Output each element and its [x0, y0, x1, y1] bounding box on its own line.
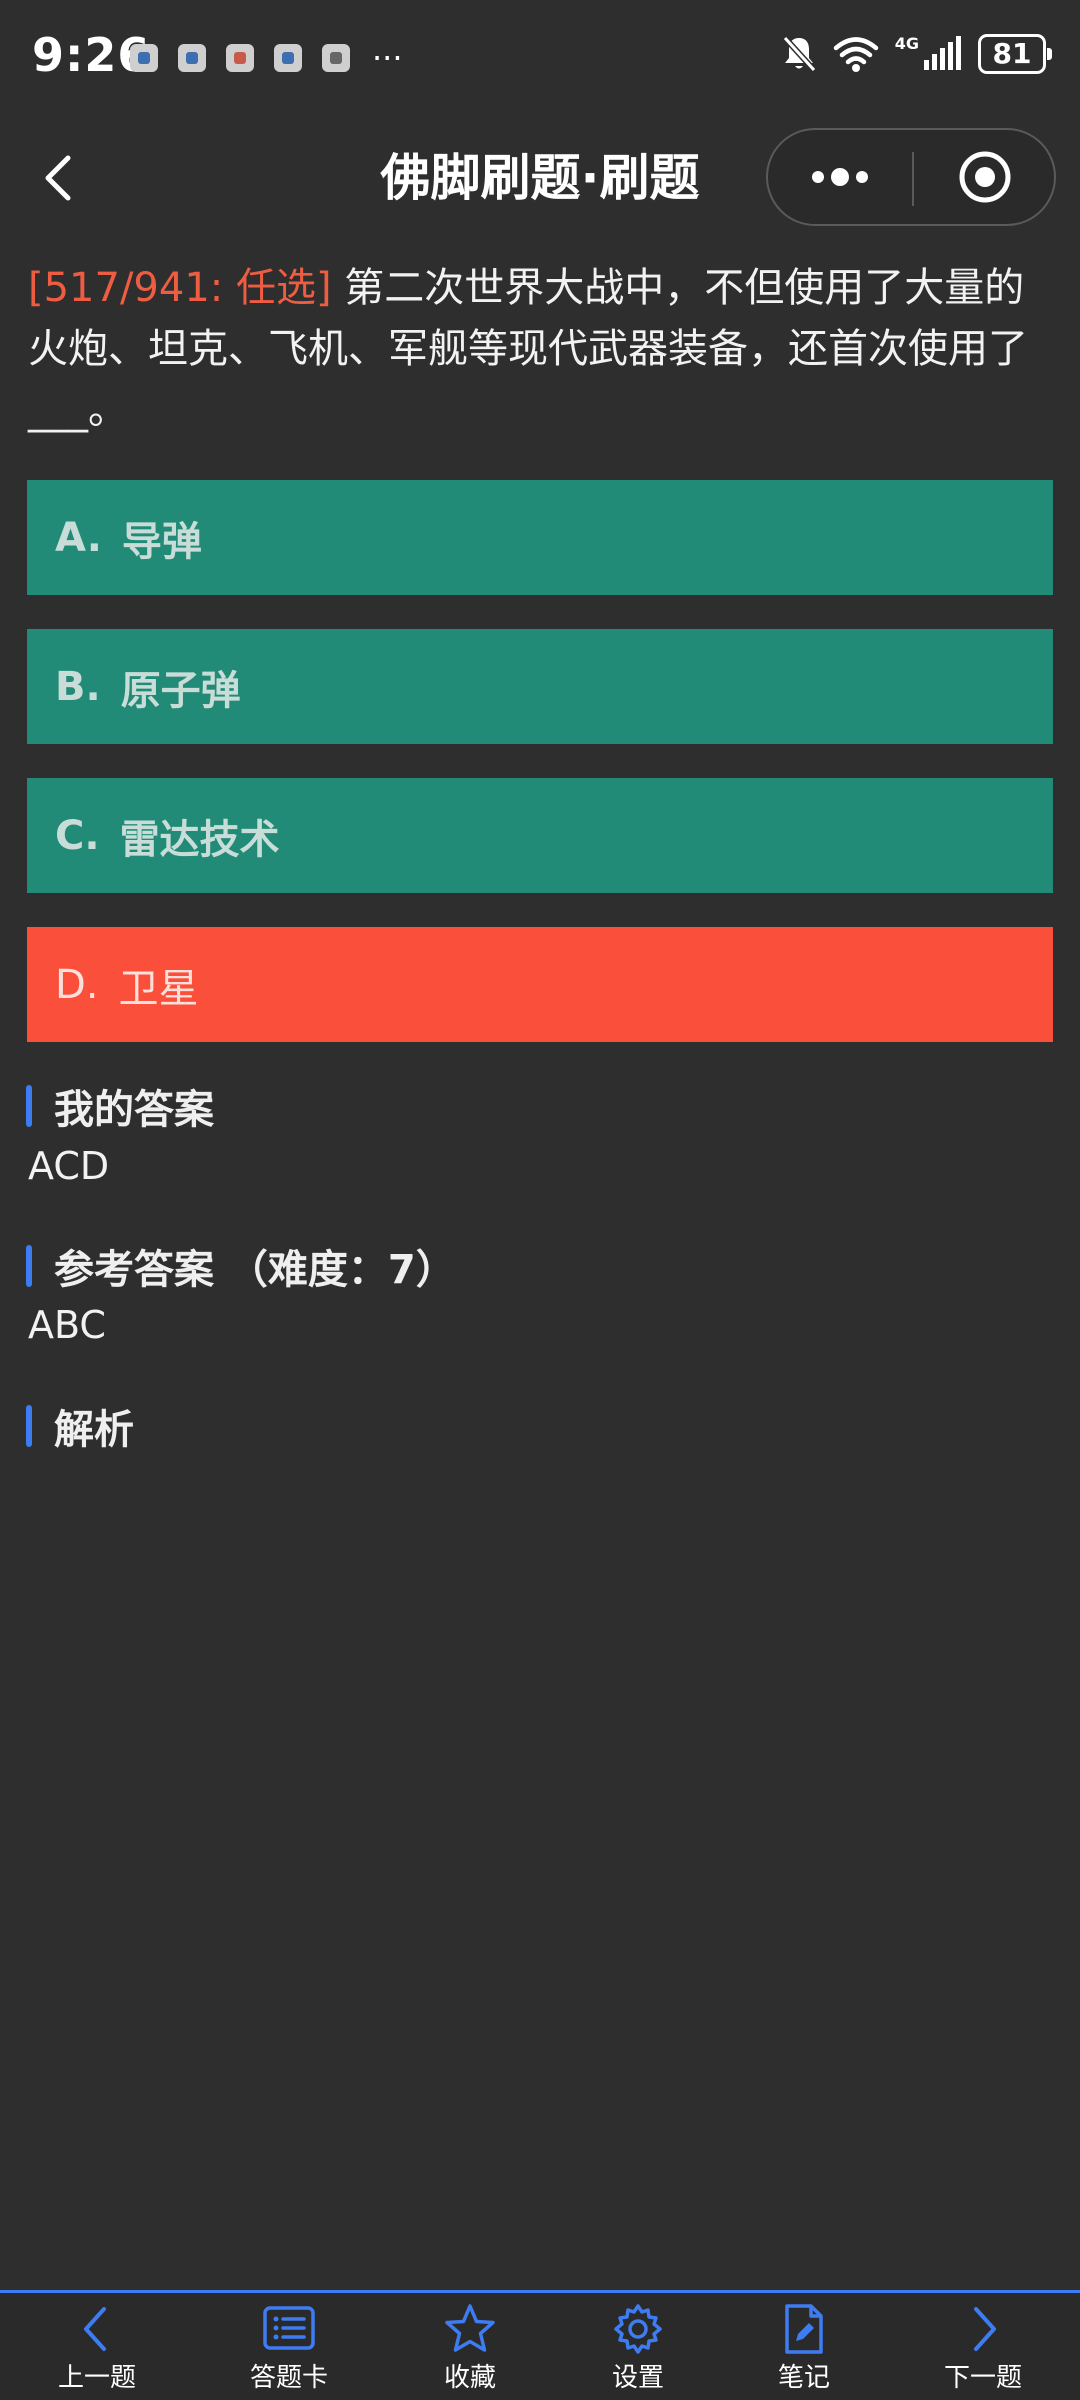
chevron-right-icon [974, 2307, 996, 2351]
section-accent-bar [26, 1405, 32, 1447]
cellular-signal: 4G [895, 36, 962, 72]
status-right: 4G 81 [781, 34, 1052, 74]
favorite-button[interactable]: 收藏 [395, 2303, 545, 2399]
reference-answer-title: 参考答案 （难度：7） [54, 1247, 456, 1293]
analysis-heading: 解析 [26, 1397, 134, 1455]
analysis-title: 解析 [54, 1407, 134, 1453]
option-letter: D. [55, 961, 99, 1008]
option-c[interactable]: C. 雷达技术 [27, 778, 1053, 893]
more-dots-icon [812, 168, 868, 186]
option-text: 原子弹 [120, 667, 241, 714]
battery-indicator: 81 [978, 34, 1052, 74]
my-answer-title: 我的答案 [54, 1087, 214, 1133]
notification-more-icon: ··· [372, 39, 403, 77]
settings-label: 设置 [611, 2363, 664, 2393]
prev-question-label: 上一题 [57, 2363, 136, 2393]
settings-button[interactable]: 设置 [563, 2303, 713, 2399]
option-text: 卫星 [118, 965, 199, 1012]
option-b[interactable]: B. 原子弹 [27, 629, 1053, 744]
notification-app-icon [322, 44, 350, 72]
notification-app-icon [130, 44, 158, 72]
header: 佛脚刷题·刷题 [0, 118, 1080, 238]
my-answer-heading: 我的答案 [26, 1077, 214, 1135]
close-miniapp-button[interactable] [914, 130, 1056, 224]
section-accent-bar [26, 1085, 32, 1127]
notification-app-icon [274, 44, 302, 72]
reference-answer-heading: 参考答案 （难度：7） [26, 1237, 456, 1295]
more-button[interactable] [768, 130, 912, 224]
status-bar: 9:26 ··· 4G 81 [0, 0, 1080, 118]
option-d[interactable]: D. 卫星 [27, 927, 1053, 1042]
section-accent-bar [26, 1245, 32, 1287]
notes-label: 笔记 [777, 2363, 830, 2393]
notification-app-icon [178, 44, 206, 72]
favorite-label: 收藏 [443, 2363, 496, 2393]
option-letter: B. [55, 663, 101, 710]
question-text: [517/941: 任选] 第二次世界大战中，不但使用了大量的火炮、坦克、飞机、… [28, 258, 1058, 441]
mute-bell-icon [782, 35, 816, 73]
my-answer-value: ACD [28, 1144, 110, 1188]
target-close-icon [959, 151, 1011, 203]
reference-answer-value: ABC [28, 1303, 106, 1347]
answer-card-label: 答题卡 [249, 2363, 328, 2393]
bottom-toolbar: 上一题 答题卡 收藏 设置 笔记 下一题 [0, 2290, 1080, 2400]
note-edit-icon [785, 2304, 823, 2354]
question-tag: [517/941: 任选] [28, 265, 332, 311]
gear-icon [614, 2304, 662, 2354]
notification-icons: ··· [130, 39, 403, 77]
next-question-button[interactable]: 下一题 [908, 2303, 1058, 2399]
option-a[interactable]: A. 导弹 [27, 480, 1053, 595]
answer-card-button[interactable]: 答题卡 [214, 2303, 364, 2399]
signal-bars-icon [924, 36, 961, 70]
miniapp-capsule [766, 128, 1056, 226]
option-letter: C. [55, 812, 100, 859]
notification-app-icon [226, 44, 254, 72]
chevron-left-icon [84, 2307, 106, 2351]
star-icon [445, 2304, 495, 2352]
prev-question-button[interactable]: 上一题 [22, 2303, 172, 2399]
notes-button[interactable]: 笔记 [729, 2303, 879, 2399]
option-text: 导弹 [121, 518, 202, 565]
next-question-label: 下一题 [943, 2363, 1022, 2393]
app-root: 9:26 ··· 4G 81 佛脚刷题·刷题 [517/941: 任选] 第二次… [0, 0, 1080, 2400]
wifi-icon [833, 37, 878, 72]
option-text: 雷达技术 [119, 816, 280, 863]
option-letter: A. [55, 514, 102, 561]
network-type: 4G [894, 34, 919, 53]
list-icon [263, 2306, 315, 2350]
